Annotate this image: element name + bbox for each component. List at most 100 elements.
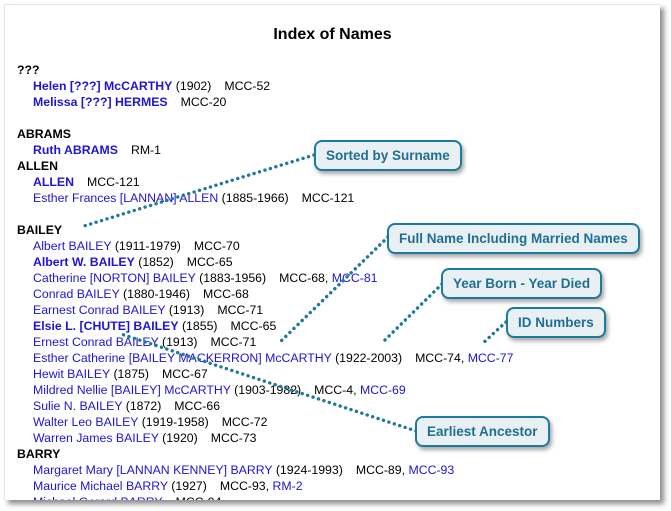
- id-numbers: MCC-94: [176, 495, 222, 500]
- life-years: (1911-1979): [114, 239, 181, 253]
- separator: ,: [460, 351, 468, 365]
- life-years: (1855): [181, 319, 218, 333]
- person-name-link[interactable]: Conrad BAILEY: [33, 287, 120, 301]
- page-title: Index of Names: [273, 26, 392, 43]
- id-number: MCC-71: [217, 303, 264, 317]
- name-entry: ALLEN MCC-121: [17, 174, 513, 190]
- id-number: MCC-52: [224, 79, 271, 93]
- id-numbers: MCC-93, RM-2: [220, 479, 303, 493]
- life-years: (1852): [138, 255, 174, 269]
- person-name-link[interactable]: Albert W. BAILEY: [33, 255, 135, 269]
- life-years: (1883-1956): [199, 271, 267, 285]
- surname-heading: BARRY: [17, 447, 61, 461]
- person-name-link[interactable]: Melissa [???] HERMES: [33, 95, 168, 109]
- id-number: MCC-68: [203, 287, 249, 301]
- id-number-link[interactable]: MCC-81: [332, 271, 378, 285]
- name-entry: Albert W. BAILEY (1852) MCC-65: [17, 254, 513, 270]
- id-number: MCC-71: [210, 335, 257, 349]
- id-numbers: MCC-68: [203, 287, 249, 301]
- id-numbers: MCC-71: [217, 303, 263, 317]
- name-entry: Earnest Conrad BAILEY (1913) MCC-71: [17, 302, 513, 318]
- name-entry: Sulie N. BAILEY (1872) MCC-66: [17, 398, 513, 414]
- id-numbers: MCC-66: [174, 399, 220, 413]
- separator: ,: [353, 383, 360, 397]
- id-number: MCC-93: [219, 479, 266, 493]
- callout-id-numbers: ID Numbers: [506, 307, 606, 338]
- id-numbers: MCC-4, MCC-69: [314, 383, 406, 397]
- id-numbers: MCC-52: [224, 79, 270, 93]
- id-number: MCC-94: [176, 495, 222, 500]
- name-entry: Ernest Conrad BAILEY (1913) MCC-71: [17, 334, 513, 350]
- life-years: (1902): [175, 79, 212, 93]
- person-name-link[interactable]: Sulie N. BAILEY: [33, 399, 122, 413]
- name-entry: Michael Gerard BARRY MCC-94: [17, 494, 513, 500]
- id-number: MCC-72: [221, 415, 268, 429]
- id-numbers: MCC-74, MCC-77: [415, 351, 513, 365]
- life-years: (1913): [168, 303, 205, 317]
- person-name-link[interactable]: Hewit BAILEY: [33, 367, 110, 381]
- id-numbers: MCC-121: [87, 175, 140, 189]
- person-name-link[interactable]: Margaret Mary [LANNAN KENNEY] BARRY: [33, 463, 272, 477]
- id-number: MCC-73: [210, 431, 257, 445]
- life-years: (1913): [161, 335, 198, 349]
- id-numbers: MCC-73: [211, 431, 257, 445]
- id-number: MCC-67: [161, 367, 208, 381]
- person-name-link[interactable]: Mildred Nellie [BAILEY] McCARTHY: [33, 383, 231, 397]
- id-numbers: RM-1: [131, 143, 161, 157]
- person-name-link[interactable]: Albert BAILEY: [33, 239, 111, 253]
- id-number: MCC-121: [301, 191, 355, 205]
- id-number-link[interactable]: RM-2: [272, 479, 302, 493]
- id-numbers: MCC-71: [211, 335, 257, 349]
- name-entry: Melissa [???] HERMES MCC-20: [17, 94, 513, 110]
- person-name-link[interactable]: Esther Frances [LANNAN] ALLEN: [33, 191, 218, 205]
- name-entry: Conrad BAILEY (1880-1946) MCC-68: [17, 286, 513, 302]
- callout-earliest-ancestor: Earliest Ancestor: [415, 416, 550, 447]
- id-number: MCC-121: [87, 175, 140, 189]
- person-name-link[interactable]: Elsie L. [CHUTE] BAILEY: [33, 319, 179, 333]
- id-numbers: MCC-72: [222, 415, 268, 429]
- id-number-link[interactable]: MCC-69: [360, 383, 406, 397]
- id-number: MCC-89: [355, 463, 402, 477]
- id-number: RM-1: [130, 143, 161, 157]
- person-name-link[interactable]: Ernest Conrad BAILEY: [33, 335, 159, 349]
- id-numbers: MCC-70: [194, 239, 240, 253]
- separator: ,: [324, 271, 332, 285]
- person-name-link[interactable]: ALLEN: [33, 175, 74, 189]
- name-entry: Esther Frances [LANNAN] ALLEN (1885-1966…: [17, 190, 513, 206]
- life-years: (1885-1966): [221, 191, 289, 205]
- person-name-link[interactable]: Esther Catherine [BAILEY MACKERRON] McCA…: [33, 351, 332, 365]
- id-number: MCC-70: [193, 239, 240, 253]
- id-number-link[interactable]: MCC-93: [408, 463, 454, 477]
- life-years: (1922-2003): [335, 351, 403, 365]
- id-numbers: MCC-65: [231, 319, 277, 333]
- life-years: (1880-1946): [123, 287, 191, 301]
- person-name-link[interactable]: Ruth ABRAMS: [33, 143, 118, 157]
- name-entry: Maurice Michael BARRY (1927) MCC-93, RM-2: [17, 478, 513, 494]
- id-numbers: MCC-65: [187, 255, 233, 269]
- callout-year-born-died: Year Born - Year Died: [441, 268, 603, 299]
- id-number: MCC-65: [230, 319, 277, 333]
- id-number-link[interactable]: MCC-77: [468, 351, 514, 365]
- life-years: (1919-1958): [141, 415, 209, 429]
- person-name-link[interactable]: Warren James BAILEY: [33, 431, 159, 445]
- person-name-link[interactable]: Catherine [NORTON] BAILEY: [33, 271, 196, 285]
- callout-sorted-by-surname: Sorted by Surname: [314, 140, 462, 171]
- person-name-link[interactable]: Maurice Michael BARRY: [33, 479, 168, 493]
- name-entry: Esther Catherine [BAILEY MACKERRON] McCA…: [17, 350, 513, 366]
- person-name-link[interactable]: Earnest Conrad BAILEY: [33, 303, 165, 317]
- id-numbers: MCC-20: [181, 95, 227, 109]
- callout-full-name: Full Name Including Married Names: [387, 223, 640, 254]
- person-name-link[interactable]: Walter Leo BAILEY: [33, 415, 138, 429]
- name-entry: Hewit BAILEY (1875) MCC-67: [17, 366, 513, 382]
- id-number: MCC-66: [174, 399, 221, 413]
- id-numbers: MCC-68, MCC-81: [279, 271, 377, 285]
- id-number: MCC-4: [314, 383, 354, 397]
- person-name-link[interactable]: Helen [???] McCARTHY: [33, 79, 172, 93]
- person-name-link[interactable]: Michael Gerard BARRY: [33, 495, 163, 500]
- id-number: MCC-65: [186, 255, 233, 269]
- life-years: (1924-1993): [275, 463, 343, 477]
- life-years: (1875): [113, 367, 149, 381]
- id-number: MCC-20: [180, 95, 227, 109]
